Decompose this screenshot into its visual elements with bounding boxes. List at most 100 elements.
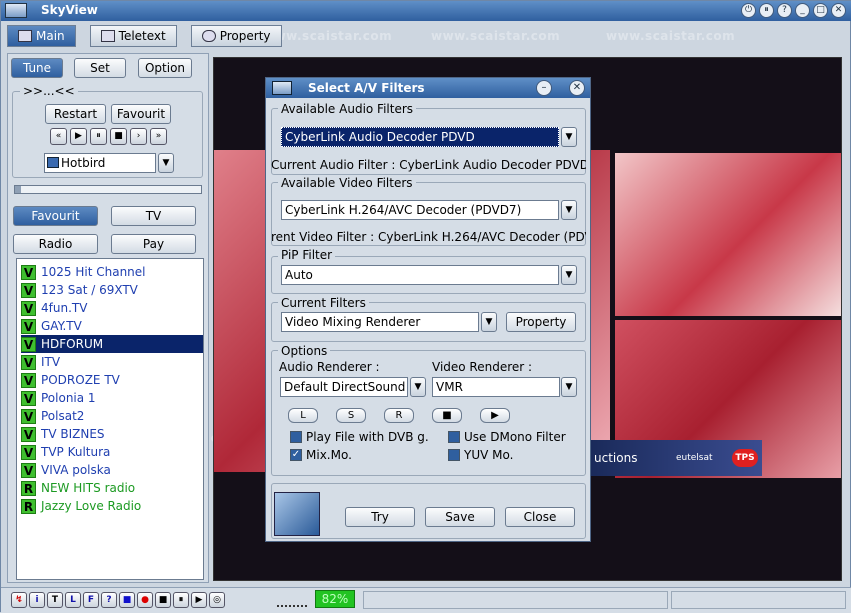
next-icon[interactable]: › xyxy=(130,128,147,145)
list-tab-favourit[interactable]: Favourit xyxy=(13,206,98,226)
help-icon[interactable]: ? xyxy=(777,3,792,18)
main-tabs: Main Teletext Property xyxy=(7,25,282,47)
list-item-selected[interactable]: V HDFORUM xyxy=(21,335,203,353)
signal-meter-icon xyxy=(277,593,307,607)
chevron-down-icon[interactable]: ▼ xyxy=(561,265,577,285)
tab-property[interactable]: Property xyxy=(190,25,282,47)
satellite-select[interactable]: Hotbird xyxy=(44,153,156,173)
checkbox-box[interactable] xyxy=(448,431,460,443)
forward-icon[interactable]: » xyxy=(150,128,167,145)
chevron-down-icon[interactable]: ▼ xyxy=(561,127,577,147)
channel-name: 4fun.TV xyxy=(41,301,88,315)
tab-main[interactable]: Main xyxy=(7,25,76,47)
close-button[interactable]: ✕ xyxy=(831,3,846,18)
pause-icon[interactable]: ⏸ xyxy=(173,592,189,608)
stop-icon[interactable]: ■ xyxy=(119,592,135,608)
record-icon[interactable]: ● xyxy=(137,592,153,608)
list-item[interactable]: V Polonia 1 xyxy=(21,389,203,407)
subtab-tune[interactable]: Tune xyxy=(11,58,63,78)
chevron-down-icon[interactable]: ▼ xyxy=(410,377,426,397)
slider-thumb[interactable] xyxy=(15,186,21,193)
minimize-icon[interactable]: – xyxy=(536,80,552,96)
checkbox-label: Mix.Mo. xyxy=(306,448,352,462)
list-item[interactable]: V ITV xyxy=(21,353,203,371)
pip-select[interactable]: Auto xyxy=(281,265,559,285)
stop-icon[interactable]: ■ xyxy=(155,592,171,608)
mixmo-checkbox[interactable]: ✓ Mix.Mo. xyxy=(290,448,352,462)
list-tab-radio[interactable]: Radio xyxy=(13,234,98,254)
favourite-icon[interactable]: F xyxy=(83,592,99,608)
pause-icon[interactable]: ⏸ xyxy=(759,3,774,18)
channel-name: HDFORUM xyxy=(41,337,104,351)
stop-icon[interactable]: ■ xyxy=(432,408,462,423)
maximize-button[interactable]: □ xyxy=(813,3,828,18)
info-icon[interactable]: i xyxy=(29,592,45,608)
title-bar: SkyView ⏻ ⏸ ? _ □ ✕ xyxy=(1,1,851,21)
save-button[interactable]: Save xyxy=(425,507,495,527)
list-item[interactable]: V Polsat2 xyxy=(21,407,203,425)
status-bar: ↯ i T L F ? ■ ● ■ ⏸ ▶ ◎ xyxy=(1,587,851,613)
tune-group-label: >>...<< xyxy=(20,84,78,98)
list-item[interactable]: V 123 Sat / 69XTV xyxy=(21,281,203,299)
list-item[interactable]: V PODROZE TV xyxy=(21,371,203,389)
subtab-set[interactable]: Set xyxy=(74,58,126,78)
help-icon[interactable]: ? xyxy=(101,592,117,608)
list-icon[interactable]: L xyxy=(65,592,81,608)
snapshot-icon[interactable]: ◎ xyxy=(209,592,225,608)
stereo-button[interactable]: S xyxy=(336,408,366,423)
close-dialog-button[interactable]: Close xyxy=(505,507,575,527)
video-renderer-select[interactable]: VMR xyxy=(432,377,560,397)
restart-button[interactable]: Restart xyxy=(45,104,106,124)
try-button[interactable]: Try xyxy=(345,507,415,527)
checkbox-box[interactable] xyxy=(448,449,460,461)
list-item[interactable]: R Jazzy Love Radio xyxy=(21,497,203,515)
list-tab-pay[interactable]: Pay xyxy=(111,234,196,254)
list-item[interactable]: V TVP Kultura xyxy=(21,443,203,461)
check-icon[interactable]: ✓ xyxy=(290,449,302,461)
list-item[interactable]: V GAY.TV xyxy=(21,317,203,335)
power-icon[interactable]: ⏻ xyxy=(741,3,756,18)
list-item[interactable]: V 1025 Hit Channel xyxy=(21,263,203,281)
tab-teletext[interactable]: Teletext xyxy=(89,25,177,47)
play-icon[interactable]: ▶ xyxy=(191,592,207,608)
minimize-button[interactable]: _ xyxy=(795,3,810,18)
right-channel-button[interactable]: R xyxy=(384,408,414,423)
video-badge-icon: V xyxy=(21,354,36,370)
chevron-down-icon[interactable]: ▼ xyxy=(481,312,497,332)
list-tab-tv[interactable]: TV xyxy=(111,206,196,226)
close-icon[interactable]: ✕ xyxy=(569,80,585,96)
tps-logo: TPS xyxy=(732,449,758,467)
list-item[interactable]: V TV BIZNES xyxy=(21,425,203,443)
subtab-option[interactable]: Option xyxy=(138,58,192,78)
dmono-checkbox[interactable]: Use DMono Filter xyxy=(448,430,566,444)
record-mode-icon[interactable]: ↯ xyxy=(11,592,27,608)
chevron-down-icon[interactable]: ▼ xyxy=(561,200,577,220)
favourit-button[interactable]: Favourit xyxy=(111,104,171,124)
chevron-down-icon[interactable]: ▼ xyxy=(158,153,174,173)
play-file-checkbox[interactable]: Play File with DVB g. xyxy=(290,430,429,444)
rewind-icon[interactable]: « xyxy=(50,128,67,145)
play-icon[interactable]: ▶ xyxy=(480,408,510,423)
list-item[interactable]: R NEW HITS radio xyxy=(21,479,203,497)
play-icon[interactable]: ▶ xyxy=(70,128,87,145)
yuvmo-checkbox[interactable]: YUV Mo. xyxy=(448,448,513,462)
property-button[interactable]: Property xyxy=(506,312,576,332)
teletext-icon[interactable]: T xyxy=(47,592,63,608)
chevron-down-icon[interactable]: ▼ xyxy=(561,377,577,397)
left-channel-button[interactable]: L xyxy=(288,408,318,423)
app-title: SkyView xyxy=(41,3,98,17)
list-item[interactable]: V VIVA polska xyxy=(21,461,203,479)
video-badge-icon: V xyxy=(21,444,36,460)
stop-icon[interactable]: ■ xyxy=(110,128,127,145)
volume-slider[interactable] xyxy=(14,185,202,194)
satellite-icon xyxy=(47,157,59,168)
tab-label: Main xyxy=(36,29,65,43)
satellite-dish-image xyxy=(274,492,320,536)
pause-icon[interactable]: ⏸ xyxy=(90,128,107,145)
audio-filter-select[interactable]: CyberLink Audio Decoder PDVD xyxy=(281,127,559,147)
current-filters-select[interactable]: Video Mixing Renderer xyxy=(281,312,479,332)
video-filter-select[interactable]: CyberLink H.264/AVC Decoder (PDVD7) xyxy=(281,200,559,220)
audio-renderer-select[interactable]: Default DirectSound D xyxy=(280,377,408,397)
list-item[interactable]: V 4fun.TV xyxy=(21,299,203,317)
checkbox-box[interactable] xyxy=(290,431,302,443)
